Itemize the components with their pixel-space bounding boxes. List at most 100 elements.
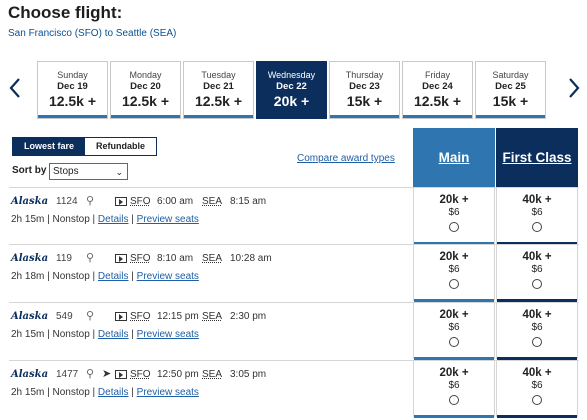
sort-by-label: Sort by	[12, 165, 47, 176]
date-dow: Friday	[424, 70, 450, 80]
stops: Nonstop	[52, 387, 90, 398]
wifi-icon: ⚲	[86, 252, 95, 264]
date-card-bar	[111, 115, 180, 118]
date-day: Dec 22	[276, 81, 307, 92]
date-carousel: Sunday Dec 19 12.5k + Monday Dec 20 12.5…	[37, 61, 546, 119]
destination-code: SEA	[202, 369, 223, 380]
date-dow: Sunday	[57, 70, 88, 80]
details-link[interactable]: Details	[98, 214, 129, 225]
date-day: Dec 19	[57, 81, 88, 92]
first-class-column-header[interactable]: First Class	[496, 128, 578, 187]
date-dow: Wednesday	[267, 70, 316, 80]
first-fare-radio[interactable]	[532, 337, 542, 347]
entertainment-icon	[115, 254, 127, 263]
main-fare-radio[interactable]	[449, 395, 459, 405]
page-title: Choose flight:	[8, 3, 123, 22]
chevron-right-icon	[569, 78, 580, 98]
date-card-dec24[interactable]: Friday Dec 24 12.5k +	[402, 61, 473, 119]
first-fare-radio[interactable]	[532, 395, 542, 405]
lowest-fare-tab[interactable]: Lowest fare	[13, 138, 86, 155]
flight-row: Alaska 119 ⚲ SFO 8:10 am SEA 10:28 am 2h…	[9, 244, 579, 302]
date-day: Dec 23	[349, 81, 380, 92]
first-fare-cell[interactable]: 40k + $6	[496, 245, 578, 302]
date-card-dec19[interactable]: Sunday Dec 19 12.5k +	[37, 61, 108, 119]
sort-by-select[interactable]: Stops ⌄	[49, 163, 128, 180]
airline-logo: Alaska	[11, 253, 49, 264]
flight-meta: 2h 15m | Nonstop | Details | Preview sea…	[11, 329, 199, 340]
date-card-dec20[interactable]: Monday Dec 20 12.5k +	[110, 61, 181, 119]
depart-time: 12:15 pm	[157, 311, 199, 322]
date-card-dec21[interactable]: Tuesday Dec 21 12.5k +	[183, 61, 254, 119]
main-fare-cell[interactable]: 20k + $6	[413, 188, 495, 245]
flight-number: 119	[56, 253, 72, 264]
date-price: 12.5k +	[194, 93, 243, 109]
date-price: 12.5k +	[48, 93, 97, 109]
date-day: Dec 20	[130, 81, 161, 92]
destination-code: SEA	[202, 196, 223, 207]
stops: Nonstop	[52, 214, 90, 225]
first-cash: $6	[531, 207, 543, 218]
duration: 2h 15m	[11, 214, 45, 225]
flight-number: 1124	[56, 196, 78, 207]
main-fare-radio[interactable]	[449, 337, 459, 347]
main-column-header[interactable]: Main	[413, 128, 495, 187]
main-points: 20k +	[439, 309, 469, 321]
stops: Nonstop	[52, 271, 90, 282]
main-points: 20k +	[439, 251, 469, 263]
prev-dates-button[interactable]	[7, 76, 23, 100]
depart-time: 6:00 am	[157, 196, 194, 207]
entertainment-icon	[115, 312, 127, 321]
date-price: 15k +	[492, 93, 529, 109]
first-points: 40k +	[522, 367, 552, 379]
first-cash: $6	[531, 380, 543, 391]
first-fare-cell[interactable]: 40k + $6	[496, 303, 578, 360]
fare-type-toggle: Lowest fare Refundable	[12, 137, 158, 156]
flight-meta: 2h 15m | Nonstop | Details | Preview sea…	[11, 387, 199, 398]
preview-seats-link[interactable]: Preview seats	[137, 214, 199, 225]
airline-logo: Alaska	[11, 196, 49, 207]
first-fare-radio[interactable]	[532, 279, 542, 289]
stops: Nonstop	[52, 329, 90, 340]
details-link[interactable]: Details	[98, 329, 129, 340]
first-cash: $6	[531, 322, 543, 333]
arrive-time: 8:15 am	[230, 196, 267, 207]
first-fare-radio[interactable]	[532, 222, 542, 232]
date-card-dec25[interactable]: Saturday Dec 25 15k +	[475, 61, 546, 119]
destination-code: SEA	[202, 253, 223, 264]
destination-code: SEA	[202, 311, 223, 322]
chevron-left-icon	[9, 78, 20, 98]
refundable-tab[interactable]: Refundable	[85, 138, 157, 155]
details-link[interactable]: Details	[98, 271, 129, 282]
preview-seats-link[interactable]: Preview seats	[137, 271, 199, 282]
details-link[interactable]: Details	[98, 387, 129, 398]
first-fare-cell[interactable]: 40k + $6	[496, 361, 578, 418]
flight-row: Alaska 549 ⚲ SFO 12:15 pm SEA 2:30 pm 2h…	[9, 302, 579, 360]
caret-down-icon: ⌄	[115, 167, 123, 177]
main-fare-cell[interactable]: 20k + $6	[413, 361, 495, 418]
first-points: 40k +	[522, 309, 552, 321]
compare-award-types-link[interactable]: Compare award types	[297, 153, 395, 164]
date-card-bar	[38, 115, 107, 118]
flight-meta: 2h 18m | Nonstop | Details | Preview sea…	[11, 271, 199, 282]
main-fare-radio[interactable]	[449, 279, 459, 289]
first-fare-cell[interactable]: 40k + $6	[496, 188, 578, 245]
next-dates-button[interactable]	[566, 76, 582, 100]
origin-code: SFO	[130, 311, 151, 322]
date-card-dec22-selected[interactable]: Wednesday Dec 22 20k +	[256, 61, 327, 119]
entertainment-icon	[115, 197, 127, 206]
duration: 2h 15m	[11, 387, 45, 398]
first-points: 40k +	[522, 251, 552, 263]
flight-number: 1477	[56, 369, 79, 380]
main-fare-cell[interactable]: 20k + $6	[413, 245, 495, 302]
origin-code: SFO	[130, 253, 151, 264]
preview-seats-link[interactable]: Preview seats	[137, 387, 199, 398]
date-day: Dec 24	[422, 81, 453, 92]
main-points: 20k +	[439, 194, 469, 206]
preview-seats-link[interactable]: Preview seats	[137, 329, 199, 340]
main-fare-cell[interactable]: 20k + $6	[413, 303, 495, 360]
main-fare-radio[interactable]	[449, 222, 459, 232]
date-day: Dec 25	[495, 81, 526, 92]
first-cash: $6	[531, 264, 543, 275]
date-card-dec23[interactable]: Thursday Dec 23 15k +	[329, 61, 400, 119]
date-dow: Saturday	[492, 70, 529, 80]
